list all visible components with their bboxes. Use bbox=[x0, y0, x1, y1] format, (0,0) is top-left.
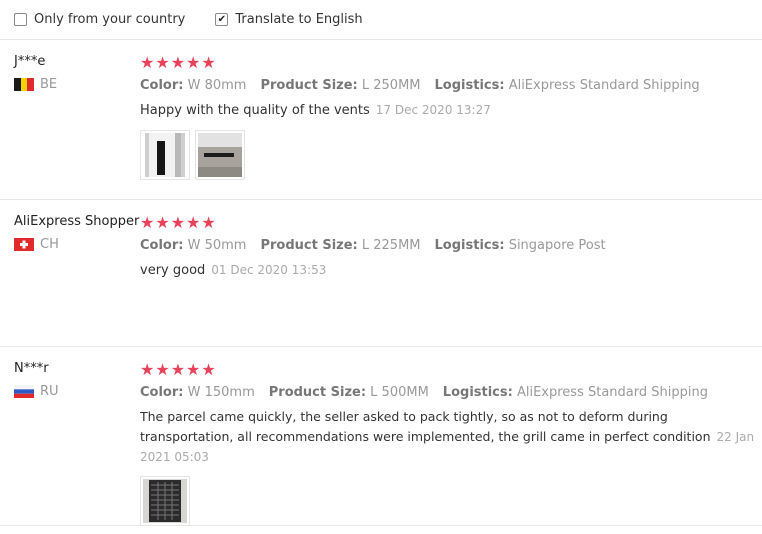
review-body: very good bbox=[140, 263, 206, 278]
size-value: L 225MM bbox=[361, 238, 421, 253]
review-item: AliExpress Shopper CH ★★★★★ Color: W 50m… bbox=[0, 200, 762, 347]
star-rating: ★★★★★ bbox=[140, 213, 217, 232]
switzerland-flag-icon bbox=[14, 238, 34, 251]
review-body: The parcel came quickly, the seller aske… bbox=[140, 409, 711, 444]
grill-photo-image bbox=[143, 479, 187, 523]
review-content: ★★★★★ Color: W 80mm Product Size: L 250MM… bbox=[140, 54, 756, 180]
vent-photo-image bbox=[145, 133, 185, 177]
username: N***r bbox=[14, 361, 49, 376]
review-item: N***r RU ★★★★★ Color: W 150mm Product Siz… bbox=[0, 347, 762, 526]
size-label: Product Size: bbox=[260, 78, 358, 93]
logistics-value: AliExpress Standard Shipping bbox=[508, 78, 700, 93]
translate-label: Translate to English bbox=[235, 12, 363, 27]
size-value: L 500MM bbox=[370, 385, 429, 400]
belgium-flag-icon bbox=[14, 78, 34, 91]
review-photos bbox=[140, 130, 756, 180]
product-attributes: Color: W 50mm Product Size: L 225MM Logist… bbox=[140, 238, 756, 253]
logistics-label: Logistics: bbox=[434, 78, 505, 93]
logistics-value: AliExpress Standard Shipping bbox=[516, 385, 708, 400]
color-value: W 150mm bbox=[187, 385, 255, 400]
logistics-label: Logistics: bbox=[442, 385, 513, 400]
user-country: CH bbox=[14, 237, 134, 252]
country-code: BE bbox=[40, 77, 58, 92]
review-user: AliExpress Shopper CH bbox=[14, 214, 140, 252]
review-photo-thumbnail[interactable] bbox=[195, 130, 245, 180]
only-my-country-filter[interactable]: Only from your country bbox=[14, 12, 185, 27]
color-label: Color: bbox=[140, 78, 184, 93]
review-user: N***r RU bbox=[14, 361, 134, 399]
color-label: Color: bbox=[140, 385, 184, 400]
only-my-country-checkbox[interactable] bbox=[14, 13, 27, 26]
size-value: L 250MM bbox=[361, 78, 421, 93]
review-body: Happy with the quality of the vents bbox=[140, 103, 370, 118]
user-country: RU bbox=[14, 384, 134, 399]
review-user: J***e BE bbox=[14, 54, 134, 92]
country-code: CH bbox=[40, 237, 59, 252]
star-rating: ★★★★★ bbox=[140, 53, 217, 72]
review-filters: Only from your country ✔ Translate to En… bbox=[0, 0, 762, 40]
username: J***e bbox=[14, 54, 46, 69]
star-rating: ★★★★★ bbox=[140, 360, 217, 379]
color-value: W 80mm bbox=[187, 78, 247, 93]
user-country: BE bbox=[14, 77, 134, 92]
product-attributes: Color: W 150mm Product Size: L 500MM Logis… bbox=[140, 385, 756, 400]
review-content: ★★★★★ Color: W 50mm Product Size: L 225MM… bbox=[140, 214, 756, 281]
review-date: 17 Dec 2020 13:27 bbox=[375, 103, 491, 117]
review-photos bbox=[140, 476, 756, 526]
country-code: RU bbox=[40, 384, 59, 399]
size-label: Product Size: bbox=[260, 238, 358, 253]
review-text: The parcel came quickly, the seller aske… bbox=[140, 407, 756, 467]
logistics-value: Singapore Post bbox=[508, 238, 606, 253]
translate-checkbox[interactable]: ✔ bbox=[215, 13, 229, 26]
review-content: ★★★★★ Color: W 150mm Product Size: L 500M… bbox=[140, 361, 756, 526]
size-label: Product Size: bbox=[268, 385, 367, 400]
russia-flag-icon bbox=[14, 385, 34, 398]
review-date: 01 Dec 2020 13:53 bbox=[211, 263, 327, 277]
product-attributes: Color: W 80mm Product Size: L 250MM Logist… bbox=[140, 78, 756, 93]
color-value: W 50mm bbox=[187, 238, 247, 253]
review-photo-thumbnail[interactable] bbox=[140, 130, 190, 180]
review-text: very good 01 Dec 2020 13:53 bbox=[140, 260, 756, 281]
review-photo-thumbnail[interactable] bbox=[140, 476, 190, 526]
color-label: Color: bbox=[140, 238, 184, 253]
review-text: Happy with the quality of the vents 17 De… bbox=[140, 100, 756, 121]
vent-installed-photo-image bbox=[198, 133, 242, 177]
username: AliExpress Shopper bbox=[14, 214, 140, 229]
translate-filter[interactable]: ✔ Translate to English bbox=[215, 12, 363, 27]
only-my-country-label: Only from your country bbox=[34, 12, 186, 27]
logistics-label: Logistics: bbox=[434, 238, 505, 253]
review-item: J***e BE ★★★★★ Color: W 80mm Product Size… bbox=[0, 40, 762, 200]
